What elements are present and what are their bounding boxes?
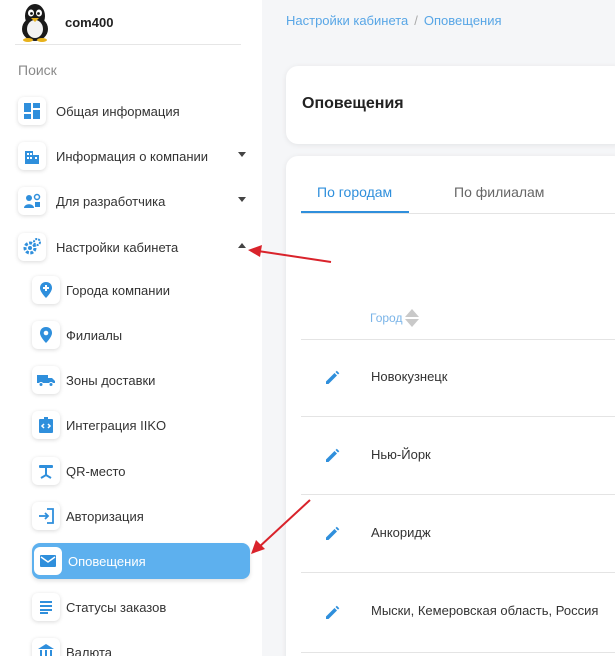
sidebar-item-label: Настройки кабинета [56, 239, 179, 255]
sidebar-item-delivery-zones[interactable]: Зоны доставки [32, 363, 250, 397]
breadcrumb-separator: / [414, 13, 418, 28]
list-icon [32, 593, 60, 621]
sidebar-item-company-info[interactable]: Информация о компании [18, 139, 246, 173]
breadcrumb: Настройки кабинета / Оповещения [286, 13, 502, 28]
sidebar-item-label: Зоны доставки [66, 372, 156, 388]
chevron-up-icon[interactable] [238, 243, 246, 248]
row-divider [301, 339, 615, 340]
sidebar-item-label: Интеграция IIKO [66, 417, 167, 433]
content-card: По городам По филиалам Город Новокузнецк… [286, 156, 615, 656]
sidebar-item-label: Общая информация [56, 103, 180, 119]
city-name: Мыски, Кемеровская область, Россия [371, 603, 599, 618]
edit-icon[interactable] [323, 525, 341, 543]
dashboard-icon [18, 97, 46, 125]
table-row: Новокузнецк [301, 347, 615, 407]
city-name: Новокузнецк [371, 369, 448, 384]
sidebar-item-company-cities[interactable]: Города компании [32, 273, 250, 307]
login-icon [32, 502, 60, 530]
city-name: Нью-Йорк [371, 447, 431, 462]
sidebar-item-label: Статусы заказов [66, 599, 167, 615]
row-divider [301, 572, 615, 573]
tab-by-branches[interactable]: По филиалам [454, 184, 544, 200]
settings-icon [18, 233, 46, 261]
map-pin-plus-icon [32, 276, 60, 304]
sidebar-item-label: QR-место [66, 463, 126, 479]
integration-icon [32, 411, 60, 439]
sidebar: com400 Общая информация Информация о ком… [0, 0, 262, 656]
search-input[interactable] [18, 60, 238, 80]
table-row: Мыски, Кемеровская область, Россия [301, 580, 615, 640]
sidebar-item-authorization[interactable]: Авторизация [32, 499, 250, 533]
sidebar-item-notifications[interactable]: Оповещения [32, 543, 250, 579]
title-card: Оповещения [286, 66, 615, 144]
sidebar-item-qr-place[interactable]: QR-место [32, 454, 250, 488]
sidebar-item-label: Филиалы [66, 327, 123, 343]
row-divider [301, 652, 615, 653]
sidebar-item-general-info[interactable]: Общая информация [18, 94, 246, 128]
sidebar-item-label: Для разработчика [56, 193, 166, 209]
developer-icon [18, 187, 46, 215]
city-name: Анкоридж [371, 525, 431, 540]
edit-icon[interactable] [323, 447, 341, 465]
sidebar-item-developer[interactable]: Для разработчика [18, 184, 246, 218]
sidebar-item-currency[interactable]: Валюта [32, 635, 250, 656]
sidebar-item-label: Информация о компании [56, 148, 209, 164]
row-divider [301, 416, 615, 417]
edit-icon[interactable] [323, 604, 341, 622]
table-icon [32, 457, 60, 485]
chevron-down-icon[interactable] [238, 197, 246, 202]
column-header-city[interactable]: Город [370, 309, 420, 327]
avatar [15, 2, 55, 42]
breadcrumb-current[interactable]: Оповещения [424, 13, 502, 28]
sidebar-item-label: Города компании [66, 282, 170, 298]
sidebar-item-order-statuses[interactable]: Статусы заказов [32, 590, 250, 624]
username: com400 [65, 14, 114, 30]
truck-icon [32, 366, 60, 394]
user-profile[interactable]: com400 [15, 2, 113, 42]
bank-icon [32, 638, 60, 656]
column-header-label: Город [370, 311, 403, 325]
tabs-divider [301, 213, 615, 214]
row-divider [301, 494, 615, 495]
table-row: Анкоридж [301, 504, 615, 564]
chevron-down-icon[interactable] [238, 152, 246, 157]
penguin-icon [22, 4, 48, 42]
location-icon [32, 321, 60, 349]
tab-by-cities[interactable]: По городам [317, 184, 392, 200]
sidebar-item-label: Авторизация [66, 508, 144, 524]
building-icon [18, 142, 46, 170]
sidebar-item-cabinet-settings[interactable]: Настройки кабинета [18, 230, 246, 264]
breadcrumb-link-settings[interactable]: Настройки кабинета [286, 13, 408, 28]
edit-icon[interactable] [323, 369, 341, 387]
sidebar-item-label: Оповещения [68, 553, 146, 569]
table-row: Нью-Йорк [301, 426, 615, 486]
sidebar-item-branches[interactable]: Филиалы [32, 318, 250, 352]
sidebar-item-label: Валюта [66, 644, 112, 656]
active-tab-indicator [301, 211, 409, 213]
sort-icon[interactable] [405, 309, 420, 327]
page-title: Оповещения [302, 95, 404, 112]
mail-icon [34, 547, 62, 575]
sidebar-item-iiko-integration[interactable]: Интеграция IIKO [32, 408, 250, 442]
divider [15, 44, 241, 45]
